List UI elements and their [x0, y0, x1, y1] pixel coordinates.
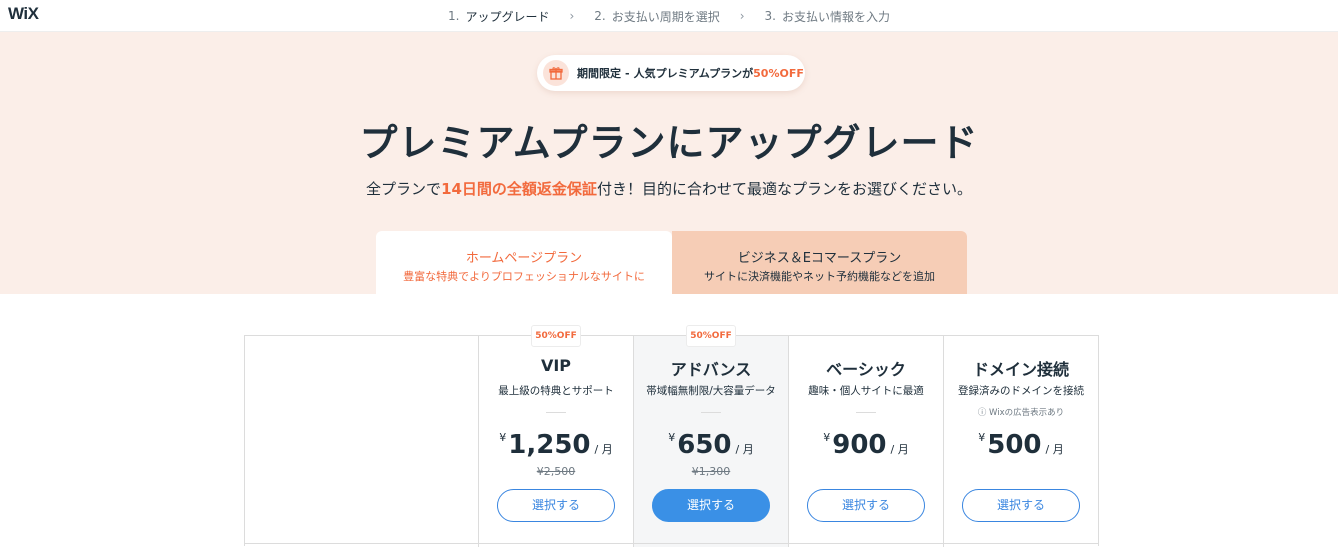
original-price: ¥2,500 [536, 465, 576, 478]
plan-column-basic: ベーシック 趣味・個人サイトに最適 ¥ 900 / 月 選択する [788, 336, 943, 547]
tab-description: 豊富な特典でよりプロフェッショナルなサイトに [403, 270, 645, 283]
tab-description: サイトに決済機能やネット予約機能などを追加 [704, 270, 935, 283]
plan-column-domain: ドメイン接続 登録済みのドメインを接続 ⓘ Wixの広告表示あり ¥ 500 /… [943, 336, 1098, 547]
price-amount: 500 [987, 430, 1042, 460]
chevron-right-icon: › [739, 9, 745, 23]
subtitle-suffix: 付き！目的に合わせて最適なプランをお選びください。 [596, 180, 972, 198]
currency-symbol: ¥ [823, 431, 831, 444]
plan-column-advance: 50%OFF アドバンス 帯域幅無制限/大容量データ ¥ 650 / 月 ¥1,… [633, 325, 788, 547]
step-label: お支払い情報を入力 [782, 9, 891, 24]
page-title: プレミアムプランにアップグレード [359, 121, 979, 165]
currency-symbol: ¥ [499, 431, 507, 444]
plan-price: ¥ 1,250 / 月 [479, 430, 633, 460]
plan-price: ¥ 900 / 月 [789, 430, 943, 460]
price-amount: 900 [832, 430, 887, 460]
discount-badge: 50%OFF [531, 325, 581, 347]
select-basic-button[interactable]: 選択する [807, 489, 925, 522]
plan-name: ベーシック [826, 360, 906, 379]
subtitle-prefix: 全プランで [366, 180, 442, 198]
currency-symbol: ¥ [978, 431, 986, 444]
step-upgrade: 1. アップグレード [448, 8, 549, 25]
step-number: 2. [594, 9, 606, 23]
original-price: ¥1,300 [691, 465, 731, 478]
plan-description: 趣味・個人サイトに最適 [808, 385, 924, 397]
hero-section: 期間限定 - 人気プレミアムプランが 50%OFF プレミアムプランにアップグレ… [0, 32, 1338, 294]
tab-business-ecommerce-plans[interactable]: ビジネス＆Eコマースプラン サイトに決済機能やネット予約機能などを追加 [672, 231, 967, 294]
tab-title: ホームページプラン [465, 251, 583, 266]
promo-text: 人気プレミアムプランが [633, 67, 754, 80]
plan-name: アドバンス [670, 360, 752, 379]
plan-description: 最上級の特典とサポート [498, 385, 614, 397]
plan-name: ドメイン接続 [972, 360, 1069, 379]
promo-discount: 50%OFF [753, 66, 804, 80]
divider [546, 412, 566, 413]
page-subtitle: 全プランで14日間の全額返金保証付き！目的に合わせて最適なプランをお選びください… [0, 178, 1338, 199]
select-advance-button[interactable]: 選択する [652, 489, 770, 522]
select-domain-button[interactable]: 選択する [962, 489, 1080, 522]
plan-column-vip: 50%OFF VIP 最上級の特典とサポート ¥ 1,250 / 月 ¥2,50… [478, 325, 633, 547]
step-label: アップグレード [465, 9, 550, 24]
chevron-right-icon: › [569, 9, 575, 23]
price-amount: 1,250 [508, 430, 591, 460]
price-period: / 月 [890, 443, 909, 456]
select-vip-button[interactable]: 選択する [497, 489, 615, 522]
checkout-steps: 1. アップグレード › 2. お支払い周期を選択 › 3. お支払い情報を入力 [0, 0, 1338, 32]
divider [856, 412, 876, 413]
plan-description: 帯域幅無制限/大容量データ [646, 385, 776, 397]
price-period: / 月 [735, 443, 754, 456]
price-period: / 月 [594, 443, 613, 456]
promo-label: 期間限定 [577, 67, 621, 80]
gift-icon [543, 60, 569, 86]
step-number: 3. [764, 9, 776, 23]
plan-name: VIP [540, 356, 572, 375]
promo-banner: 期間限定 - 人気プレミアムプランが 50%OFF [537, 55, 805, 91]
price-period: / 月 [1045, 443, 1064, 456]
divider [701, 412, 721, 413]
ads-note: ⓘ Wixの広告表示あり [977, 408, 1065, 418]
guarantee-highlight: 14日間の全額返金保証 [441, 180, 597, 198]
plan-price: ¥ 500 / 月 [944, 430, 1098, 460]
step-payment-info: 3. お支払い情報を入力 [765, 8, 890, 25]
step-label: お支払い周期を選択 [611, 9, 720, 24]
promo-separator: - [625, 66, 630, 80]
tab-homepage-plans[interactable]: ホームページプラン 豊富な特典でよりプロフェッショナルなサイトに [376, 231, 672, 294]
discount-badge: 50%OFF [686, 325, 736, 347]
table-divider [244, 543, 1099, 544]
top-bar: WiX 1. アップグレード › 2. お支払い周期を選択 › 3. お支払い情… [0, 0, 1338, 32]
step-number: 1. [447, 9, 460, 23]
plan-description: 登録済みのドメインを接続 [958, 385, 1084, 397]
plan-price: ¥ 650 / 月 [634, 430, 788, 460]
plan-comparison-table: 50%OFF VIP 最上級の特典とサポート ¥ 1,250 / 月 ¥2,50… [244, 325, 1099, 547]
tab-title: ビジネス＆Eコマースプラン [737, 251, 902, 266]
price-amount: 650 [677, 430, 732, 460]
step-billing-cycle: 2. お支払い周期を選択 [594, 8, 719, 25]
currency-symbol: ¥ [668, 431, 676, 444]
